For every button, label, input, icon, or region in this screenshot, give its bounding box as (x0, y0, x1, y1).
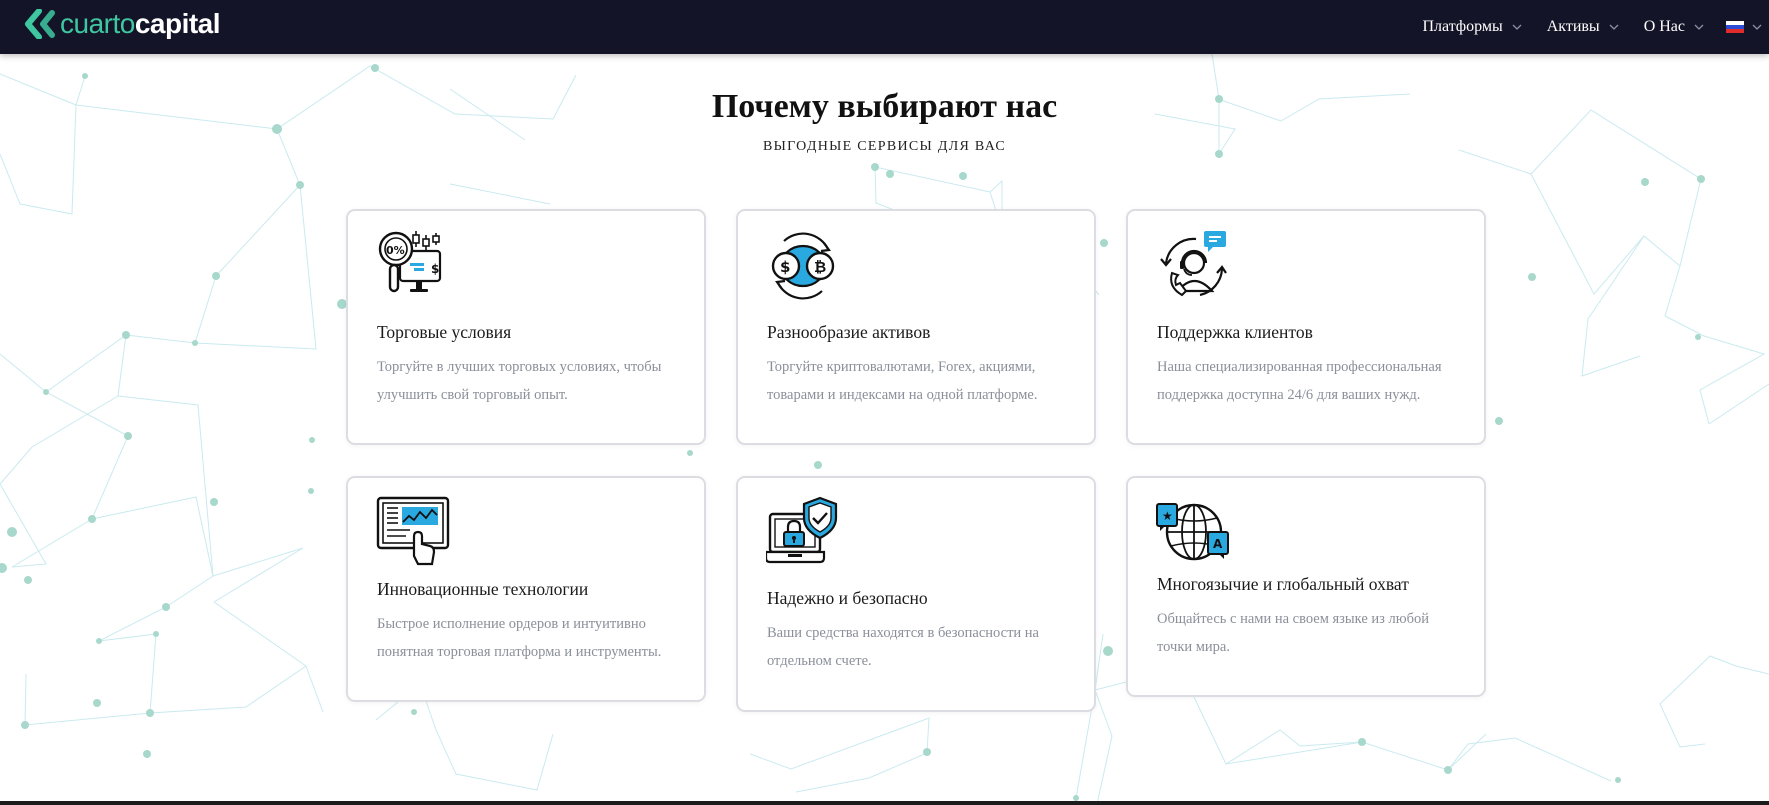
security-icon (766, 496, 838, 564)
feature-card-innovative-tech: Инновационные технологии Быстрое исполне… (346, 476, 706, 702)
logo-wordmark: cuartocapital (60, 8, 221, 39)
trading-conditions-icon: $ 0% (378, 231, 442, 293)
feature-card-trading-conditions: $ 0% Торговые условия Торгуйте в лучших … (346, 209, 706, 445)
logo-wordmark-part2: capital (134, 8, 221, 39)
card-description: Торгуйте в лучших торговых условиях, что… (377, 359, 662, 403)
feature-card-security: Надежно и безопасно Ваши средства находя… (736, 476, 1096, 712)
chevron-down-icon (1609, 24, 1619, 30)
logo-wordmark-part1: cuarto (60, 8, 135, 39)
svg-text:A: A (1213, 537, 1223, 551)
card-description: Наша специализированная профессиональная… (1157, 359, 1442, 403)
section-title: Почему выбирают нас (711, 88, 1058, 125)
feature-card-asset-variety: $ ₿ Разнообразие активов Торгуйте крипто… (736, 209, 1096, 445)
card-description: Общайтесь с нами на своем языке из любой… (1157, 611, 1429, 655)
feature-card-multilingual: ★ A Многоязычие и глобальный охват Общай… (1126, 476, 1486, 697)
customer-support-icon (1160, 231, 1227, 297)
nav-about-label: О Нас (1643, 18, 1685, 35)
card-description: Быстрое исполнение ордеров и интуитивно … (377, 616, 662, 660)
multilingual-icon: ★ A (1156, 503, 1229, 561)
chevron-down-icon (1512, 24, 1522, 30)
russian-flag-icon (1726, 21, 1744, 33)
nav-assets-label: Активы (1546, 18, 1600, 35)
innovative-tech-icon (376, 496, 450, 566)
nav-platforms-label: Платформы (1422, 18, 1503, 35)
card-title: Поддержка клиентов (1157, 322, 1313, 342)
top-navbar: cuartocapital Платформы Активы О Нас (0, 0, 1769, 54)
card-title: Разнообразие активов (767, 322, 931, 342)
card-description: Ваши средства находятся в безопасности н… (767, 625, 1039, 669)
svg-text:0%: 0% (386, 244, 405, 257)
chevron-down-icon (1752, 24, 1762, 30)
card-title: Надежно и безопасно (767, 588, 928, 608)
card-title: Торговые условия (377, 322, 512, 342)
svg-text:★: ★ (1162, 509, 1173, 523)
card-description: Торгуйте криптовалютами, Forex, акциями,… (767, 359, 1038, 403)
language-selector[interactable] (1726, 21, 1762, 33)
asset-variety-icon: $ ₿ (771, 232, 835, 300)
svg-text:$: $ (431, 262, 439, 276)
page-bottom-border (0, 801, 1769, 805)
card-title: Инновационные технологии (377, 579, 589, 599)
svg-text:₿: ₿ (814, 258, 826, 276)
feature-card-customer-support: Поддержка клиентов Наша специализированн… (1126, 209, 1486, 445)
card-title: Многоязычие и глобальный охват (1157, 574, 1409, 594)
nav-about[interactable]: О Нас (1644, 18, 1704, 36)
nav-platforms[interactable]: Платформы (1422, 18, 1522, 36)
section-subtitle: ВЫГОДНЫЕ СЕРВИСЫ ДЛЯ ВАС (762, 139, 1007, 154)
brand-logo[interactable]: cuartocapital (24, 8, 221, 39)
chevron-down-icon (1694, 24, 1704, 30)
nav-assets[interactable]: Активы (1547, 18, 1619, 36)
logo-mark-icon (25, 9, 55, 39)
svg-text:$: $ (780, 258, 790, 276)
main-nav: Платформы Активы О Нас (1422, 0, 1769, 54)
